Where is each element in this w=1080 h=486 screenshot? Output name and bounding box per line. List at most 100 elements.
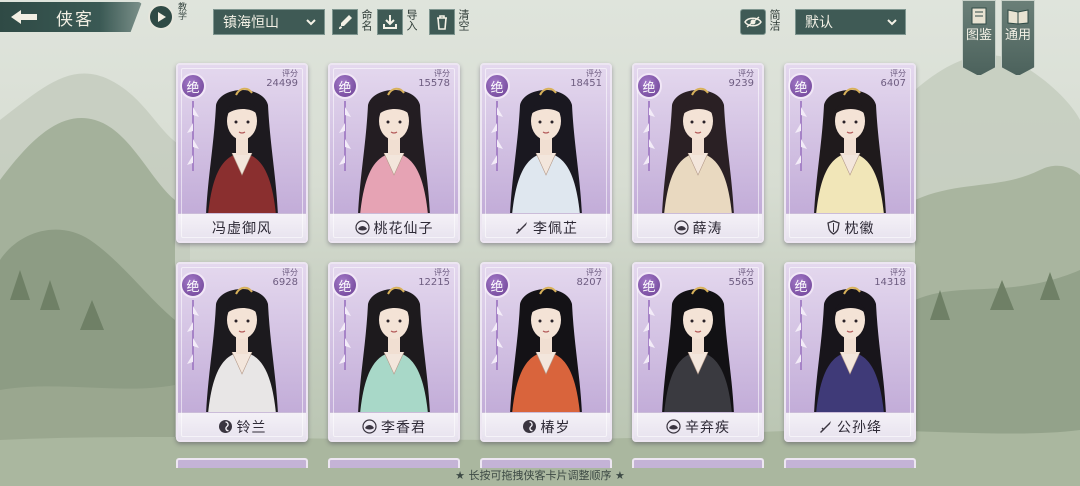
play-icon	[148, 4, 174, 30]
skill-chain-icon	[339, 300, 351, 370]
hero-name: 冯虚御风	[212, 220, 272, 237]
rarity-badge: 绝	[180, 73, 206, 99]
hero-name: 公孙绛	[837, 419, 882, 436]
hero-name-bar: 薛涛	[634, 213, 762, 241]
rarity-badge: 绝	[484, 272, 510, 298]
score-box: 评分 15578	[418, 69, 450, 89]
simple-mode-toggle[interactable]: 简洁	[740, 9, 781, 37]
codex-banner[interactable]: 图鉴	[962, 0, 996, 76]
rename-label: 命名	[360, 9, 373, 31]
skill-chain-icon	[339, 101, 351, 171]
hero-card[interactable]: 绝 评分 24499 冯虚御风	[176, 63, 308, 243]
hero-card[interactable]: 绝 评分 5565 辛弃疾	[632, 262, 764, 442]
score-box: 评分 6407	[881, 69, 906, 89]
import-icon	[377, 9, 403, 35]
lotus-sect-icon	[362, 419, 377, 434]
hero-card[interactable]: 绝 评分 9239 薛涛	[632, 63, 764, 243]
score-value: 6407	[880, 78, 906, 89]
eye-icon	[740, 9, 766, 35]
skill-chain-icon	[187, 101, 199, 171]
open-book-icon	[1007, 9, 1029, 25]
trash-icon	[429, 9, 455, 35]
tutorial-button[interactable]: 教学	[148, 2, 192, 34]
hero-card[interactable]: 绝 评分 6407 枕徽	[784, 63, 916, 243]
lotus-sect-icon	[666, 419, 681, 434]
hero-name-bar: 桃花仙子	[330, 213, 458, 241]
skill-chain-icon	[795, 300, 807, 370]
preset-dropdown[interactable]: 镇海恒山	[213, 9, 325, 35]
score-box: 评分 12215	[418, 268, 450, 288]
skill-chain-icon	[795, 101, 807, 171]
score-value: 5565	[728, 277, 754, 288]
score-box: 评分 14318	[874, 268, 906, 288]
drag-hint: ★ 长按可拖拽侠客卡片调整顺序 ★	[455, 469, 625, 482]
skill-chain-icon	[491, 101, 503, 171]
hero-card[interactable]: 绝 评分 15578 桃花仙子	[328, 63, 460, 243]
hero-name-bar: 铃兰	[178, 412, 306, 440]
sword-sect-icon	[514, 220, 529, 235]
sort-dropdown[interactable]: 默认	[795, 9, 906, 35]
hero-name-bar: 椿岁	[482, 412, 610, 440]
rarity-badge: 绝	[636, 272, 662, 298]
rarity-badge: 绝	[180, 272, 206, 298]
back-arrow-icon	[0, 2, 48, 32]
rarity-badge: 绝	[788, 73, 814, 99]
score-box: 评分 24499	[266, 69, 298, 89]
hero-name: 铃兰	[236, 419, 267, 436]
sword-sect-icon	[818, 419, 833, 434]
book-icon	[971, 7, 987, 25]
score-box: 评分 5565	[729, 268, 754, 288]
score-value: 9239	[728, 78, 754, 89]
rarity-badge: 绝	[788, 272, 814, 298]
rename-button[interactable]: 命名	[332, 9, 373, 37]
rarity-badge: 绝	[332, 73, 358, 99]
shield-sect-icon	[826, 220, 841, 235]
skill-chain-icon	[491, 300, 503, 370]
score-box: 评分 18451	[570, 69, 602, 89]
hero-card[interactable]: 绝 评分 8207 椿岁	[480, 262, 612, 442]
score-value: 24499	[266, 78, 298, 89]
tutorial-label: 教学	[176, 2, 186, 20]
score-box: 评分 8207	[577, 268, 602, 288]
hero-name-bar: 辛弃疾	[634, 412, 762, 440]
swirl-sect-icon	[522, 419, 537, 434]
hero-card[interactable]: 绝 评分 14318 公孙绛	[784, 262, 916, 442]
import-button[interactable]: 导入	[377, 9, 418, 37]
hero-name-bar: 李佩芷	[482, 213, 610, 241]
back-button[interactable]: 侠客	[0, 2, 142, 32]
hero-card-grid: 绝 评分 24499 冯虚御风 绝 评分 15578 桃花仙子 绝 评分 184…	[176, 63, 916, 463]
score-value: 15578	[418, 78, 450, 89]
hero-name-bar: 枕徽	[786, 213, 914, 241]
skill-chain-icon	[643, 300, 655, 370]
score-value: 6928	[272, 277, 298, 288]
hero-card[interactable]: 绝 评分 6928 铃兰	[176, 262, 308, 442]
score-box: 评分 6928	[273, 268, 298, 288]
swirl-sect-icon	[218, 419, 233, 434]
sort-value: 默认	[805, 15, 833, 31]
hero-name: 椿岁	[540, 419, 571, 436]
score-value: 14318	[874, 277, 906, 288]
clear-label: 清空	[457, 9, 470, 31]
score-value: 12215	[418, 277, 450, 288]
codex-label: 图鉴	[965, 28, 992, 43]
clear-button[interactable]: 清空	[429, 9, 470, 37]
hero-name-bar: 李香君	[330, 412, 458, 440]
skill-chain-icon	[643, 101, 655, 171]
rarity-badge: 绝	[484, 73, 510, 99]
preset-value: 镇海恒山	[223, 15, 279, 31]
chevron-down-icon	[887, 19, 897, 26]
chevron-down-icon	[306, 19, 316, 26]
hero-card[interactable]: 绝 评分 12215 李香君	[328, 262, 460, 442]
hero-name: 李佩芷	[533, 220, 578, 237]
hero-card[interactable]: 绝 评分 18451 李佩芷	[480, 63, 612, 243]
top-bar: 侠客 教学 镇海恒山 命名 导入 清空 简洁 默认 图鉴 通用	[0, 0, 1080, 76]
score-value: 8207	[576, 277, 602, 288]
general-banner[interactable]: 通用	[1001, 0, 1035, 76]
import-label: 导入	[405, 9, 418, 31]
hero-name: 李香君	[381, 419, 426, 436]
general-label: 通用	[1004, 28, 1031, 43]
hero-name: 辛弃疾	[685, 419, 730, 436]
hero-name-bar: 公孙绛	[786, 412, 914, 440]
lotus-sect-icon	[354, 220, 370, 235]
score-box: 评分 9239	[729, 69, 754, 89]
